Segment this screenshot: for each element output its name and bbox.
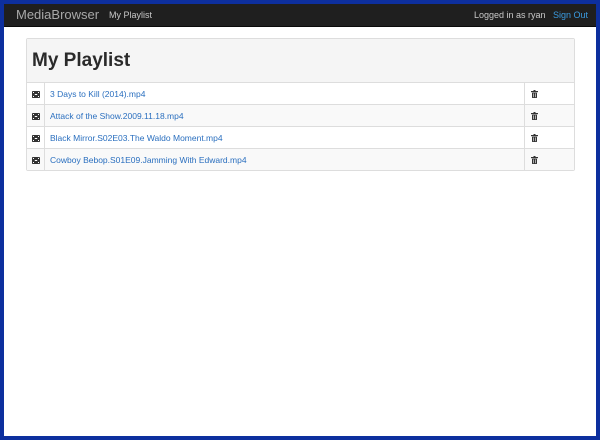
row-action-cell xyxy=(524,126,574,149)
trash-icon xyxy=(531,134,538,143)
playlist-table: 3 Days to Kill (2014).mp4 Attack of the … xyxy=(27,83,574,170)
playlist-item-link[interactable]: Black Mirror.S02E03.The Waldo Moment.mp4 xyxy=(50,133,223,143)
row-name-cell: Attack of the Show.2009.11.18.mp4 xyxy=(44,104,525,127)
playlist-item-link[interactable]: Attack of the Show.2009.11.18.mp4 xyxy=(50,111,184,121)
film-icon xyxy=(31,134,40,142)
row-action-cell xyxy=(524,83,574,105)
nav-my-playlist-link[interactable]: My Playlist xyxy=(109,4,152,26)
row-icon-cell xyxy=(27,83,45,105)
delete-button[interactable] xyxy=(531,133,538,143)
row-name-cell: 3 Days to Kill (2014).mp4 xyxy=(44,83,525,105)
trash-icon xyxy=(531,90,538,99)
row-name-cell: Black Mirror.S02E03.The Waldo Moment.mp4 xyxy=(44,126,525,149)
playlist-item-link[interactable]: 3 Days to Kill (2014).mp4 xyxy=(50,89,145,99)
delete-button[interactable] xyxy=(531,89,538,99)
row-name-cell: Cowboy Bebop.S01E09.Jamming With Edward.… xyxy=(44,148,525,170)
row-action-cell xyxy=(524,104,574,127)
playlist-item-link[interactable]: Cowboy Bebop.S01E09.Jamming With Edward.… xyxy=(50,155,247,165)
trash-icon xyxy=(531,156,538,165)
film-icon xyxy=(31,156,40,164)
row-icon-cell xyxy=(27,104,45,127)
brand-link[interactable]: MediaBrowser xyxy=(16,4,99,26)
row-action-cell xyxy=(524,148,574,170)
table-row: Cowboy Bebop.S01E09.Jamming With Edward.… xyxy=(27,148,574,170)
table-row: 3 Days to Kill (2014).mp4 xyxy=(27,83,574,105)
delete-button[interactable] xyxy=(531,155,538,165)
browser-window: MediaBrowser My Playlist Logged in as ry… xyxy=(4,4,596,436)
table-row: Attack of the Show.2009.11.18.mp4 xyxy=(27,104,574,127)
row-icon-cell xyxy=(27,126,45,149)
logged-in-status: Logged in as ryan xyxy=(474,10,546,20)
sign-out-link[interactable]: Sign Out xyxy=(553,4,588,26)
table-row: Black Mirror.S02E03.The Waldo Moment.mp4 xyxy=(27,126,574,149)
playlist-panel: My Playlist 3 Days to Kill (2014).mp4 At… xyxy=(26,38,575,171)
film-icon xyxy=(31,90,40,98)
top-navbar: MediaBrowser My Playlist Logged in as ry… xyxy=(4,4,596,27)
row-icon-cell xyxy=(27,148,45,170)
film-icon xyxy=(31,112,40,120)
trash-icon xyxy=(531,112,538,121)
page-title: My Playlist xyxy=(32,50,131,71)
panel-heading: My Playlist xyxy=(27,39,574,83)
delete-button[interactable] xyxy=(531,111,538,121)
